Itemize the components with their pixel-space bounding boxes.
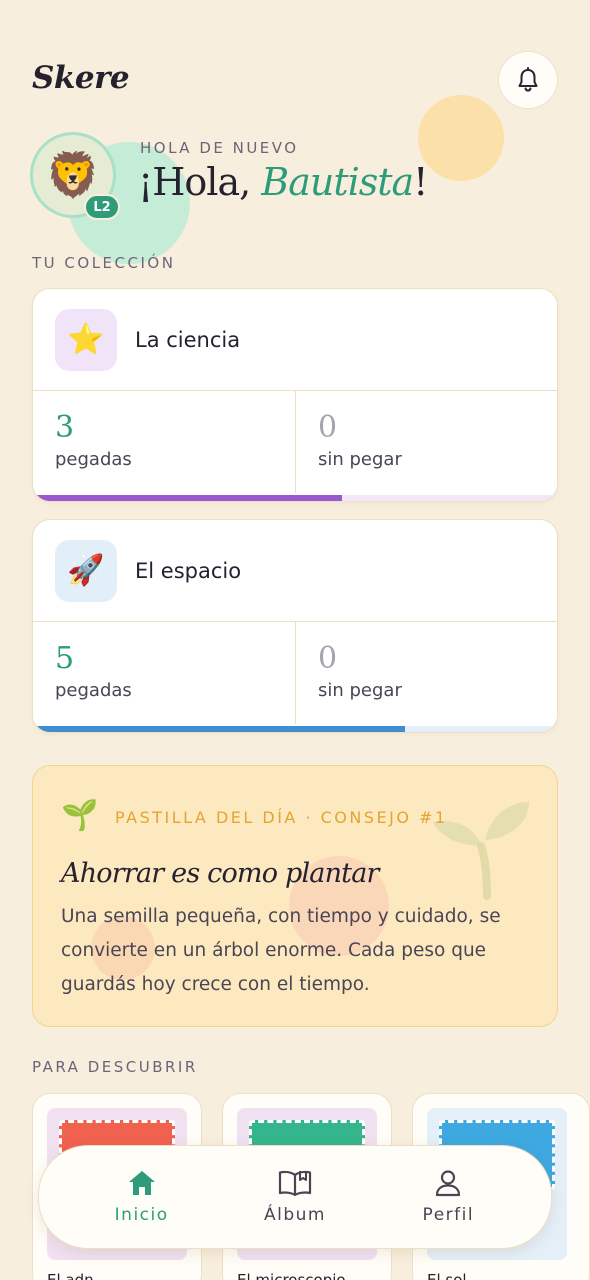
card-icon-bg: 🚀 <box>55 539 117 602</box>
progress-fill <box>33 495 343 501</box>
bell-icon <box>518 67 538 92</box>
nav-item-perfil[interactable]: Perfil <box>393 1169 503 1225</box>
notifications-button[interactable] <box>498 51 558 109</box>
card-title: La ciencia <box>135 327 241 352</box>
unpasted-count: 0 <box>318 410 338 445</box>
app-title: Skere <box>32 60 130 96</box>
greeting-eyebrow: HOLA DE NUEVO <box>140 139 299 157</box>
tip-of-the-day-card[interactable]: 🌱 PASTILLA DEL DÍA · CONSEJO #1 Ahorrar … <box>32 765 558 1027</box>
star-icon: ⭐ <box>67 322 105 357</box>
unpasted-label: sin pegar <box>318 449 402 470</box>
greeting-suffix: ! <box>413 160 428 204</box>
sprout-icon: 🌱 <box>61 798 99 833</box>
pasted-label: pegadas <box>55 680 132 701</box>
collection-card-ciencia[interactable]: ⭐ La ciencia 3 pegadas 0 sin pegar <box>32 288 558 502</box>
progress-bar <box>33 495 557 501</box>
user-icon <box>436 1170 461 1197</box>
bottom-navigation: Inicio Álbum Perfil <box>38 1145 552 1249</box>
discover-section-label: PARA DESCUBRIR <box>32 1058 198 1076</box>
discover-card-label: El sol <box>427 1271 467 1280</box>
greeting-prefix: ¡Hola, <box>138 160 262 204</box>
discover-card-label: El microscopio <box>237 1271 346 1280</box>
book-icon <box>278 1170 312 1197</box>
tip-body: Una semilla pequeña, con tiempo y cuidad… <box>61 906 501 995</box>
pasted-count: 3 <box>55 410 75 445</box>
progress-bar <box>33 726 557 732</box>
home-icon <box>128 1171 155 1195</box>
tip-title: Ahorrar es como plantar <box>61 858 379 889</box>
rocket-icon: 🚀 <box>67 553 105 588</box>
decorative-blob <box>418 95 504 181</box>
nav-item-album[interactable]: Álbum <box>240 1169 350 1225</box>
lion-avatar-icon: 🦁 <box>45 150 101 201</box>
card-title: El espacio <box>135 558 242 583</box>
pasted-label: pegadas <box>55 449 132 470</box>
greeting-title: ¡Hola, Bautista! <box>138 160 428 204</box>
collection-card-espacio[interactable]: 🚀 El espacio 5 pegadas 0 sin pegar <box>32 519 558 733</box>
nav-label: Álbum <box>263 1205 326 1225</box>
discover-card-label: El adn <box>47 1271 94 1280</box>
card-icon-bg: ⭐ <box>55 308 117 371</box>
nav-item-inicio[interactable]: Inicio <box>87 1169 197 1225</box>
collection-section-label: TU COLECCIÓN <box>32 254 176 272</box>
tip-eyebrow: PASTILLA DEL DÍA · CONSEJO #1 <box>115 808 448 827</box>
nav-label: Perfil <box>422 1205 475 1225</box>
user-name: Bautista <box>261 160 414 204</box>
level-badge: L2 <box>84 194 120 220</box>
unpasted-count: 0 <box>318 641 338 676</box>
nav-label: Inicio <box>114 1205 169 1225</box>
progress-fill <box>33 726 406 732</box>
pasted-count: 5 <box>55 641 75 676</box>
unpasted-label: sin pegar <box>318 680 402 701</box>
